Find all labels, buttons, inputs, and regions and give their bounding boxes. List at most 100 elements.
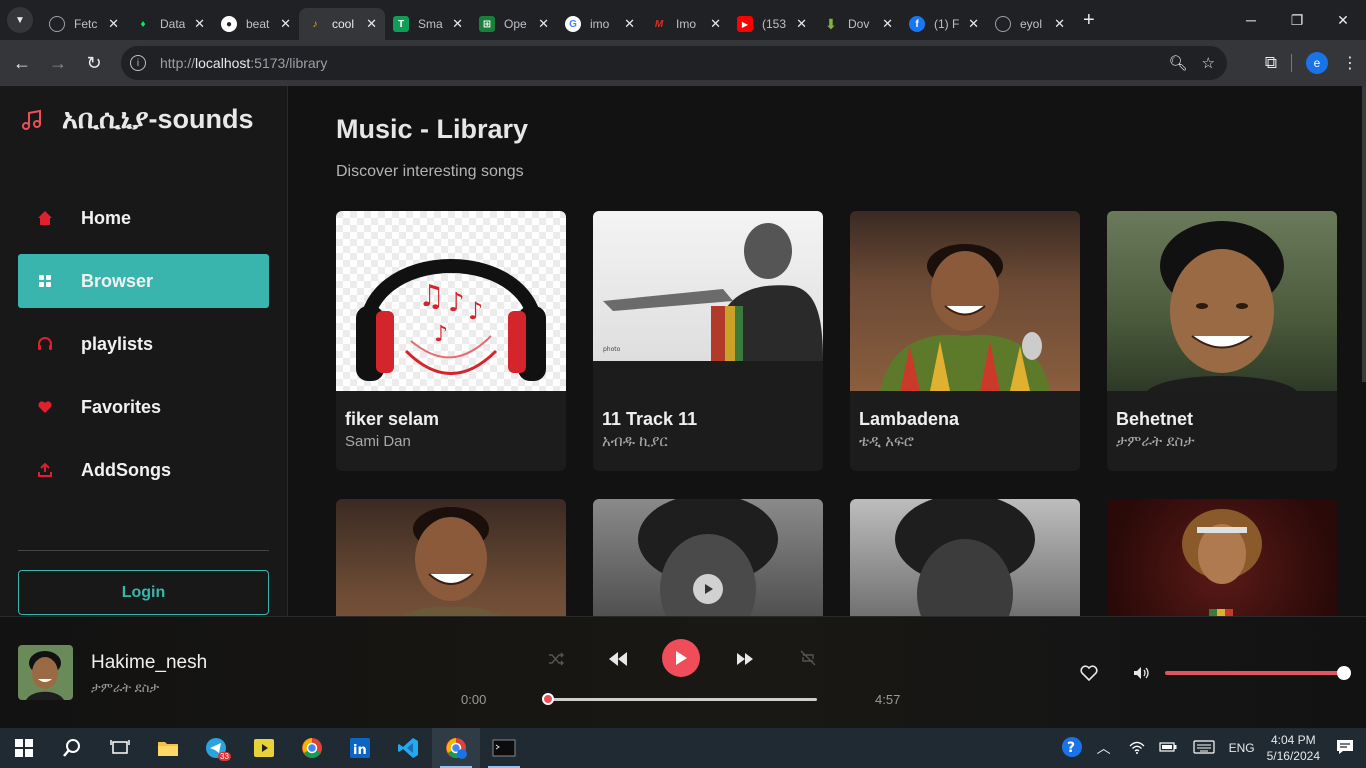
minimize-icon[interactable]: ─ xyxy=(1228,0,1274,40)
kebab-menu-icon[interactable]: ⋮ xyxy=(1342,53,1358,73)
brand[interactable]: አቢሲኒያ-sounds xyxy=(20,104,254,136)
clock[interactable]: 4:04 PM 5/16/2024 xyxy=(1267,732,1320,764)
favorite-heart-icon[interactable] xyxy=(1078,662,1100,684)
song-artist: Sami Dan xyxy=(345,433,411,450)
system-tray: ? ︿ ENG 4:04 PM 5/16/2024 xyxy=(1061,728,1366,768)
close-icon[interactable]: ✕ xyxy=(194,16,205,32)
close-icon[interactable]: ✕ xyxy=(538,16,549,32)
song-card[interactable] xyxy=(593,499,823,616)
close-icon[interactable]: ✕ xyxy=(796,16,807,32)
restore-icon[interactable]: ❐ xyxy=(1274,0,1320,40)
song-cover xyxy=(1107,211,1337,391)
close-icon[interactable]: ✕ xyxy=(366,16,377,32)
song-card[interactable] xyxy=(336,499,566,616)
repeat-off-icon[interactable] xyxy=(798,648,818,668)
bookmark-star-icon[interactable]: ☆ xyxy=(1202,54,1215,72)
chrome-icon[interactable] xyxy=(288,728,336,768)
browser-tab-active[interactable]: ♪ cool ✕ xyxy=(299,8,385,40)
profile-avatar[interactable]: e xyxy=(1306,52,1328,74)
music-note-icon xyxy=(22,109,41,130)
upload-icon xyxy=(35,460,55,480)
login-button[interactable]: Login xyxy=(18,570,269,615)
wifi-icon[interactable] xyxy=(1129,740,1145,757)
tab-label: Data xyxy=(160,17,186,31)
browser-tab[interactable]: ● beat ✕ xyxy=(213,8,299,40)
volume-slider[interactable] xyxy=(1165,666,1351,680)
forward-arrow-icon[interactable]: → xyxy=(40,45,76,81)
extensions-puzzle-icon[interactable]: ⧉ xyxy=(1265,53,1277,73)
zoom-icon[interactable]: 🔍︎ xyxy=(1169,54,1188,72)
browser-tab[interactable]: ⊞ Ope ✕ xyxy=(471,8,557,40)
close-window-icon[interactable]: ✕ xyxy=(1320,0,1366,40)
sidebar-item-favorites[interactable]: Favorites xyxy=(18,380,269,434)
shuffle-icon[interactable] xyxy=(546,649,566,669)
search-icon[interactable] xyxy=(48,728,96,768)
song-card[interactable] xyxy=(1107,499,1337,616)
facebook-icon: f xyxy=(909,16,925,32)
library-scrollbar[interactable] xyxy=(1362,86,1366,382)
volume-icon[interactable] xyxy=(1132,664,1152,682)
language-indicator[interactable]: ENG xyxy=(1229,741,1255,755)
previous-track-icon[interactable] xyxy=(606,647,630,671)
play-pause-button[interactable] xyxy=(662,639,700,677)
close-icon[interactable]: ✕ xyxy=(452,16,463,32)
browser-tab[interactable]: M Imo ✕ xyxy=(643,8,729,40)
volume-knob[interactable] xyxy=(1337,666,1351,680)
back-arrow-icon[interactable]: ← xyxy=(4,45,40,81)
keyboard-icon[interactable] xyxy=(1192,739,1215,757)
address-bar[interactable]: i http://localhost:5173/library 🔍︎ ☆ xyxy=(121,46,1227,80)
terminal-icon[interactable] xyxy=(480,728,528,768)
clock-date: 5/16/2024 xyxy=(1266,749,1320,763)
sidebar-item-addsongs[interactable]: AddSongs xyxy=(18,443,269,497)
browser-tab[interactable]: Gimo ✕ xyxy=(557,8,643,40)
close-icon[interactable]: ✕ xyxy=(710,16,721,32)
song-card[interactable]: photo 11 Track 11 አብዱ ኪያር xyxy=(593,211,823,471)
tab-search-button[interactable]: ▼ xyxy=(7,7,33,33)
help-icon[interactable]: ? xyxy=(1061,736,1083,761)
reload-icon[interactable]: ↻ xyxy=(76,45,112,81)
song-card[interactable]: ♫ ♪ ♪ ♪ fiker selam Sami Dan xyxy=(336,211,566,471)
task-view-icon[interactable] xyxy=(96,728,144,768)
song-card[interactable]: Lambadena ቴዲ አፍሮ xyxy=(850,211,1080,471)
close-icon[interactable]: ✕ xyxy=(882,16,893,32)
progress-bar[interactable] xyxy=(542,693,817,705)
linkedin-icon[interactable]: in xyxy=(336,728,384,768)
media-player-icon[interactable] xyxy=(240,728,288,768)
browser-tab[interactable]: T Sma ✕ xyxy=(385,8,471,40)
telegram-icon[interactable]: 33 xyxy=(192,728,240,768)
browser-tab[interactable]: eyol ✕ xyxy=(987,8,1073,40)
sidebar-item-home[interactable]: Home xyxy=(18,191,269,245)
chevron-up-icon[interactable]: ︿ xyxy=(1097,738,1111,758)
vscode-icon[interactable] xyxy=(384,728,432,768)
song-card[interactable] xyxy=(850,499,1080,616)
sidebar-item-playlists[interactable]: playlists xyxy=(18,317,269,371)
file-explorer-icon[interactable] xyxy=(144,728,192,768)
site-info-icon[interactable]: i xyxy=(130,55,146,71)
progress-knob[interactable] xyxy=(542,693,554,705)
browser-tab[interactable]: f (1) F ✕ xyxy=(901,8,987,40)
now-playing-cover[interactable] xyxy=(18,645,73,700)
close-icon[interactable]: ✕ xyxy=(968,16,979,32)
next-track-icon[interactable] xyxy=(734,648,756,670)
close-icon[interactable]: ✕ xyxy=(624,16,635,32)
url-text[interactable]: http://localhost:5173/library xyxy=(160,55,327,71)
browser-tab[interactable]: Fetc ✕ xyxy=(41,8,127,40)
browser-tab[interactable]: ▶ (153 ✕ xyxy=(729,8,815,40)
windows-start-icon[interactable] xyxy=(0,728,48,768)
notifications-icon[interactable] xyxy=(1336,739,1354,758)
sidebar-item-browser[interactable]: Browser xyxy=(18,254,269,308)
close-icon[interactable]: ✕ xyxy=(280,16,291,32)
close-icon[interactable]: ✕ xyxy=(1054,16,1065,32)
browser-tab[interactable]: ♦ Data ✕ xyxy=(127,8,213,40)
svg-text:♪: ♪ xyxy=(468,297,483,325)
sidebar: አቢሲኒያ-sounds Home Browser playlists Favo… xyxy=(0,86,288,616)
new-tab-plus-icon[interactable]: + xyxy=(1083,9,1095,32)
battery-icon[interactable] xyxy=(1158,741,1177,755)
chrome-profile-icon[interactable] xyxy=(432,728,480,768)
close-icon[interactable]: ✕ xyxy=(108,16,119,32)
play-icon[interactable] xyxy=(693,574,723,604)
browser-tab[interactable]: ⬇ Dov ✕ xyxy=(815,8,901,40)
music-app: አቢሲኒያ-sounds Home Browser playlists Favo… xyxy=(0,86,1366,616)
sheets-icon: T xyxy=(393,16,409,32)
song-card[interactable]: Behetnet ታምራት ደስታ xyxy=(1107,211,1337,471)
